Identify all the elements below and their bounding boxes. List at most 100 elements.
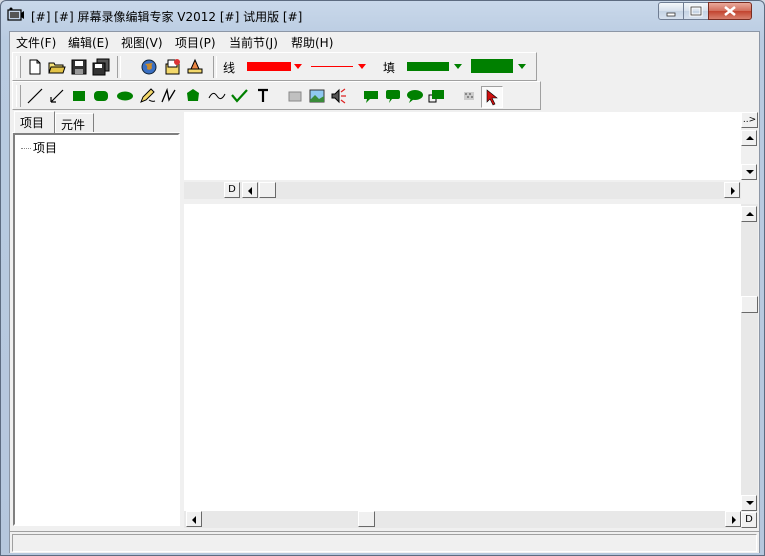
- scroll-up-button[interactable]: [741, 206, 757, 222]
- gray-rect-tool[interactable]: [285, 86, 305, 106]
- ellipse-icon: [117, 91, 133, 101]
- fill-label: 填: [383, 61, 396, 75]
- export-icon: [165, 59, 180, 75]
- menu-current-section[interactable]: 当前节(J): [229, 34, 278, 51]
- pointer-tool[interactable]: [481, 86, 503, 108]
- scroll-down-button[interactable]: [741, 495, 757, 511]
- toolbar-main: 线 填: [12, 52, 537, 81]
- window-title: [#] [#] 屏幕录像编辑专家 V2012 [#] 试用版 [#]: [31, 10, 303, 24]
- line-style-dropdown[interactable]: [309, 58, 369, 76]
- curve-icon: [208, 92, 226, 100]
- toolbar-grip[interactable]: [16, 56, 21, 78]
- callout-oval-tool[interactable]: [405, 86, 425, 106]
- fill-color-2-swatch: [471, 59, 513, 73]
- rectangle-tool[interactable]: [69, 86, 89, 106]
- menu-help[interactable]: 帮助(H): [291, 34, 333, 51]
- line-icon: [27, 88, 43, 104]
- scroll-left-button[interactable]: [186, 511, 202, 527]
- pointer-icon: [486, 89, 498, 106]
- tab-project[interactable]: 项目: [14, 111, 55, 133]
- toolbar-draw: [12, 81, 541, 110]
- menu-file[interactable]: 文件(F): [16, 34, 56, 51]
- menu-project[interactable]: 项目(P): [175, 34, 216, 51]
- rounded-rect-tool[interactable]: [91, 86, 111, 106]
- toolbar-separator: [213, 56, 217, 78]
- canvas-vscroll[interactable]: [741, 204, 758, 511]
- timeline-pane[interactable]: [184, 112, 741, 180]
- chevron-down-icon: [294, 64, 302, 69]
- text-tool[interactable]: [253, 86, 273, 106]
- close-button[interactable]: [708, 2, 752, 20]
- close-icon: [724, 6, 736, 16]
- timeline-vscroll[interactable]: ..>: [741, 112, 758, 182]
- open-folder-icon: [48, 62, 66, 74]
- timeline-hscroll[interactable]: D: [184, 182, 741, 199]
- line-label: 线: [223, 61, 236, 75]
- fill-color-2-dropdown[interactable]: [469, 58, 529, 76]
- menu-view[interactable]: 视图(V): [121, 34, 163, 51]
- scroll-thumb[interactable]: [358, 511, 375, 527]
- export-button[interactable]: [163, 57, 183, 77]
- fill-color-dropdown[interactable]: [405, 58, 465, 76]
- polygon-tool[interactable]: [183, 86, 203, 106]
- image-tool[interactable]: [307, 86, 327, 106]
- save-button[interactable]: [69, 57, 89, 77]
- chevron-down-icon: [518, 64, 526, 69]
- timeline-d-button[interactable]: D: [224, 182, 240, 198]
- mosaic-icon: [464, 92, 474, 100]
- menu-edit[interactable]: 编辑(E): [68, 34, 109, 51]
- sound-icon: [331, 88, 346, 104]
- globe-button[interactable]: [139, 57, 159, 77]
- canvas-hscroll[interactable]: [184, 511, 741, 528]
- callout-round-tool[interactable]: [383, 86, 403, 106]
- curve-tool[interactable]: [207, 86, 227, 106]
- scroll-thumb[interactable]: [259, 182, 276, 198]
- fill-color-swatch: [407, 62, 449, 71]
- scroll-right-button[interactable]: [724, 182, 740, 198]
- toolbar-grip[interactable]: [16, 85, 21, 107]
- canvas-d-button[interactable]: D: [741, 512, 757, 528]
- callout-oval-icon: [407, 90, 423, 103]
- arrow-left-icon: [192, 516, 196, 524]
- check-tool[interactable]: [229, 86, 249, 106]
- check-icon: [231, 89, 248, 103]
- publish-button[interactable]: [185, 57, 205, 77]
- canvas-pane[interactable]: [184, 204, 741, 511]
- callout-cloud-tool[interactable]: [427, 86, 447, 106]
- tree-connector: [21, 148, 31, 149]
- scroll-left-button[interactable]: [242, 182, 258, 198]
- scroll-right-button[interactable]: [725, 511, 741, 527]
- project-tree[interactable]: 项目: [13, 133, 180, 526]
- open-button[interactable]: [47, 57, 67, 77]
- arrow-right-icon: [731, 187, 735, 195]
- polygon-icon: [187, 89, 199, 101]
- tree-node-label: 项目: [33, 141, 58, 155]
- app-icon: [7, 7, 24, 21]
- mosaic-tool[interactable]: [459, 86, 479, 106]
- save-all-icon: [92, 58, 110, 76]
- sound-tool[interactable]: [329, 86, 349, 106]
- rounded-rect-icon: [94, 91, 108, 101]
- save-all-button[interactable]: [91, 57, 111, 77]
- arrow-tool[interactable]: [47, 86, 67, 106]
- freehand-tool[interactable]: [159, 86, 179, 106]
- minimize-button[interactable]: [658, 2, 684, 20]
- title-bar[interactable]: [#] [#] 屏幕录像编辑专家 V2012 [#] 试用版 [#]: [1, 1, 764, 31]
- ellipse-tool[interactable]: [115, 86, 135, 106]
- tree-node-project[interactable]: 项目: [21, 139, 57, 156]
- scroll-thumb[interactable]: [741, 296, 758, 313]
- maximize-button[interactable]: [683, 2, 709, 20]
- expand-button[interactable]: ..>: [741, 112, 758, 128]
- scroll-down-button[interactable]: [741, 164, 757, 180]
- arrow-down-icon: [746, 170, 754, 174]
- tab-element[interactable]: 元件: [55, 113, 94, 133]
- image-icon: [309, 89, 325, 103]
- new-file-button[interactable]: [25, 57, 45, 77]
- pencil-tool[interactable]: [137, 86, 157, 106]
- status-bar: [10, 531, 759, 553]
- callout-rect-tool[interactable]: [361, 86, 381, 106]
- scroll-up-button[interactable]: [741, 130, 757, 146]
- minimize-icon: [666, 12, 676, 17]
- line-color-dropdown[interactable]: [245, 58, 305, 76]
- line-tool[interactable]: [25, 86, 45, 106]
